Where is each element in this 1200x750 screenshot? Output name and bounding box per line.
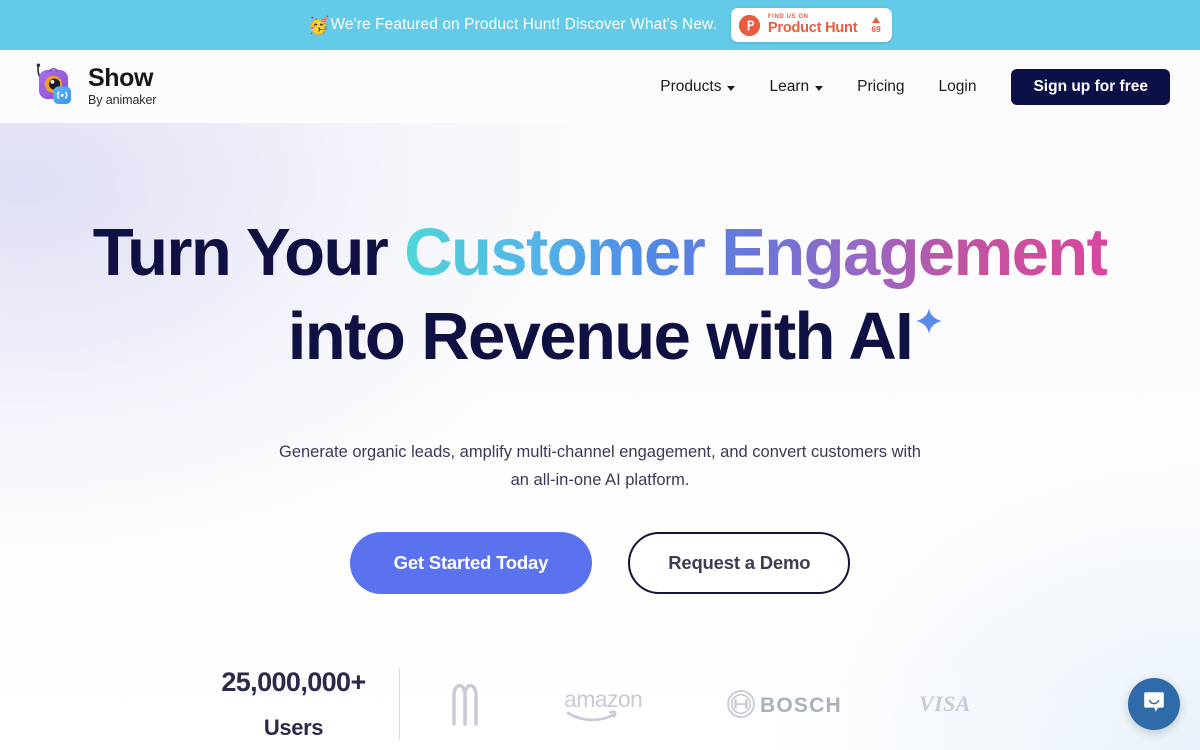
hero-subheadline: Generate organic leads, amplify multi-ch… — [0, 438, 1200, 495]
signup-button[interactable]: Sign up for free — [1011, 68, 1170, 105]
subheadline-line-1: Generate organic leads, amplify multi-ch… — [278, 442, 921, 461]
headline-line-2: into Revenue with AI — [287, 299, 914, 375]
nav-label-learn: Learn — [769, 77, 810, 95]
mcdonalds-logo-icon — [442, 682, 488, 726]
nav-item-pricing[interactable]: Pricing — [840, 78, 921, 96]
nav-item-products[interactable]: Products — [643, 78, 752, 96]
announcement-banner: 🥳 We're Featured on Product Hunt! Discov… — [0, 0, 1200, 50]
site-header: Show By animaker Products Learn Pricing … — [0, 50, 1200, 123]
nav-item-learn[interactable]: Learn — [752, 78, 840, 96]
chevron-down-icon — [727, 85, 736, 91]
announcement-text: 🥳 We're Featured on Product Hunt! Discov… — [308, 16, 717, 34]
amazon-logo-icon: amazon — [562, 685, 652, 723]
landing-page: 🥳 We're Featured on Product Hunt! Discov… — [0, 0, 1200, 750]
chat-launcher-button[interactable] — [1128, 678, 1180, 730]
hero-cta-row: Get Started Today Request a Demo — [0, 531, 1200, 594]
headline-line-1: Turn Your Customer Engagement — [0, 211, 1200, 295]
social-proof-row: 25,000,000+ Users amazon BOSCH VISA — [0, 667, 1200, 741]
nav-label-products: Products — [660, 77, 722, 95]
headline-gradient-part: Customer Engagement — [404, 215, 1109, 290]
client-logos: amazon BOSCH VISA — [400, 682, 982, 726]
headline-line-2-wrap: into Revenue with AI — [287, 295, 943, 379]
product-hunt-icon — [738, 14, 760, 36]
svg-text:VISA: VISA — [919, 691, 971, 716]
brand-wordmark: Show By animaker — [88, 66, 156, 107]
upvote-count: 69 — [871, 23, 881, 34]
product-hunt-name: Product Hunt — [767, 20, 858, 37]
brand-logo[interactable]: Show By animaker — [30, 62, 156, 112]
upvote-caret-icon — [872, 16, 881, 23]
visa-logo-icon: VISA — [918, 691, 982, 717]
brand-title: Show — [88, 64, 154, 93]
brand-subtitle: By animaker — [88, 93, 157, 108]
product-hunt-badge[interactable]: FIND US ON Product Hunt 69 — [730, 8, 892, 42]
show-logo-icon — [30, 62, 78, 112]
users-stat: 25,000,000+ Users — [219, 667, 399, 741]
sparkle-star-icon — [916, 270, 943, 335]
product-hunt-upvotes[interactable]: 69 — [871, 16, 881, 34]
main-navigation: Products Learn Pricing Login Sign up for… — [643, 68, 1170, 105]
nav-item-login[interactable]: Login — [922, 78, 994, 96]
chevron-down-icon — [815, 85, 824, 91]
chat-bubble-icon — [1141, 689, 1167, 720]
subheadline-line-2: an all-in-one AI platform. — [510, 471, 690, 490]
request-demo-button[interactable]: Request a Demo — [628, 531, 851, 594]
hero-section: Turn Your Customer Engagement into Reven… — [0, 123, 1200, 750]
product-hunt-wordmark: FIND US ON Product Hunt — [767, 14, 858, 37]
bosch-logo-icon: BOSCH — [726, 688, 844, 720]
users-count: 25,000,000+ — [221, 666, 366, 697]
svg-text:amazon: amazon — [564, 686, 642, 712]
headline-plain-part: Turn Your — [92, 215, 405, 290]
page-title: Turn Your Customer Engagement into Reven… — [0, 211, 1200, 380]
svg-text:BOSCH: BOSCH — [760, 694, 842, 717]
get-started-button[interactable]: Get Started Today — [349, 531, 593, 594]
announcement-message: We're Featured on Product Hunt! Discover… — [330, 16, 717, 33]
users-label: Users — [263, 714, 324, 740]
party-face-emoji: 🥳 — [308, 15, 330, 35]
